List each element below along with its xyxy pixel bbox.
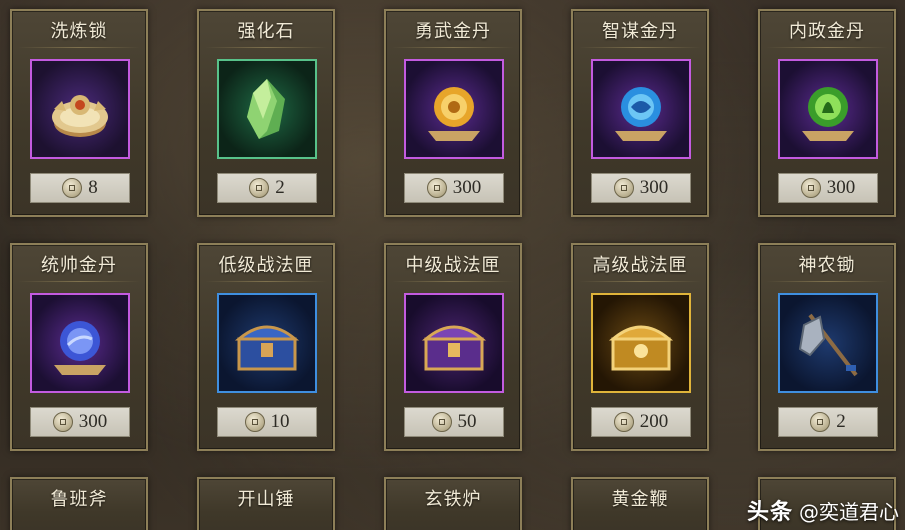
green-orb-icon xyxy=(802,87,854,141)
divider xyxy=(392,47,514,48)
divider xyxy=(579,281,701,282)
shop-item-card[interactable]: 内政金丹 300 xyxy=(758,9,896,217)
shop-item-card[interactable]: 黄金鞭 xyxy=(571,477,709,530)
price-tag[interactable]: 200 xyxy=(591,407,691,437)
shop-item-card[interactable]: 低级战法匣 10 xyxy=(197,243,335,451)
divider xyxy=(205,47,327,48)
divider xyxy=(392,281,514,282)
gold-chest-icon xyxy=(608,325,674,371)
item-name: 勇武金丹 xyxy=(415,21,491,42)
item-icon-frame xyxy=(30,59,130,159)
divider xyxy=(205,281,327,282)
item-name: 高级战法匣 xyxy=(592,255,688,276)
coin-icon xyxy=(800,178,821,198)
shop-item-card[interactable]: 勇武金丹 300 xyxy=(384,9,522,217)
shop-item-card[interactable]: 统帅金丹 300 xyxy=(10,243,148,451)
blue-orb-icon xyxy=(615,87,667,141)
coin-icon xyxy=(426,178,447,198)
item-name: 内政金丹 xyxy=(789,21,865,42)
item-icon-frame xyxy=(404,59,504,159)
shop-item-card[interactable]: 智谋金丹 300 xyxy=(571,9,709,217)
hoe-icon xyxy=(798,313,858,377)
coin-icon xyxy=(613,412,634,432)
lock-charm-icon xyxy=(52,95,108,137)
item-name: 鲁班斧 xyxy=(50,489,108,510)
divider xyxy=(766,47,888,48)
shop-item-card[interactable]: 强化石 2 xyxy=(197,9,335,217)
item-icon-frame xyxy=(30,293,130,393)
item-name: 统帅金丹 xyxy=(41,255,117,276)
coin-icon xyxy=(52,412,73,432)
item-name: 中级战法匣 xyxy=(405,255,501,276)
price-tag[interactable]: 10 xyxy=(217,407,317,437)
coin-icon xyxy=(810,412,831,432)
shop-item-card[interactable]: 中级战法匣 50 xyxy=(384,243,522,451)
price-amount: 2 xyxy=(836,411,846,432)
coin-icon xyxy=(244,412,265,432)
price-amount: 300 xyxy=(452,177,482,198)
price-amount: 200 xyxy=(639,411,669,432)
watermark-brand: 头条 xyxy=(746,500,793,525)
divider xyxy=(579,47,701,48)
coin-icon xyxy=(431,412,452,432)
item-icon-frame xyxy=(217,59,317,159)
price-amount: 300 xyxy=(639,177,669,198)
price-amount: 300 xyxy=(78,411,108,432)
item-name: 黄金鞭 xyxy=(611,489,669,510)
item-name: 神农锄 xyxy=(798,255,856,276)
gold-orb-icon xyxy=(428,87,480,141)
item-name: 强化石 xyxy=(237,21,295,42)
price-tag[interactable]: 8 xyxy=(30,173,130,203)
shop-item-card[interactable]: 开山锤 xyxy=(197,477,335,530)
price-tag[interactable]: 300 xyxy=(404,173,504,203)
item-icon-frame xyxy=(591,293,691,393)
purple-chest-icon xyxy=(421,325,487,371)
blue-chest-icon xyxy=(234,325,300,371)
item-name: 智谋金丹 xyxy=(602,21,678,42)
item-name: 开山锤 xyxy=(237,489,295,510)
price-tag[interactable]: 300 xyxy=(778,173,878,203)
price-amount: 50 xyxy=(457,411,477,432)
shop-item-card[interactable]: 玄铁炉 xyxy=(384,477,522,530)
green-crystal-icon xyxy=(247,79,285,139)
shop-grid: 洗炼锁 8 强化石 2 勇武金丹 300 智谋金丹 300 内政金丹 300 统… xyxy=(0,0,905,530)
shop-item-card[interactable]: 神农锄 2 xyxy=(758,243,896,451)
item-icon-frame xyxy=(778,59,878,159)
item-icon-frame xyxy=(591,59,691,159)
item-icon-frame xyxy=(217,293,317,393)
price-tag[interactable]: 300 xyxy=(30,407,130,437)
watermark: 头条 @奕道君心 xyxy=(747,494,899,526)
shop-item-card[interactable]: 洗炼锁 8 xyxy=(10,9,148,217)
coin-icon xyxy=(249,178,270,198)
item-name: 洗炼锁 xyxy=(50,21,108,42)
shop-item-card[interactable]: 高级战法匣 200 xyxy=(571,243,709,451)
price-amount: 8 xyxy=(88,177,98,198)
coin-icon xyxy=(62,178,83,198)
item-icon-frame xyxy=(778,293,878,393)
price-amount: 300 xyxy=(826,177,856,198)
shop-item-card[interactable]: 鲁班斧 xyxy=(10,477,148,530)
price-amount: 2 xyxy=(275,177,285,198)
coin-icon xyxy=(613,178,634,198)
price-tag[interactable]: 2 xyxy=(778,407,878,437)
item-name: 低级战法匣 xyxy=(218,255,314,276)
watermark-author: @奕道君心 xyxy=(799,499,899,524)
violet-orb-icon xyxy=(54,321,106,375)
divider xyxy=(18,281,140,282)
price-tag[interactable]: 2 xyxy=(217,173,317,203)
price-tag[interactable]: 300 xyxy=(591,173,691,203)
item-icon-frame xyxy=(404,293,504,393)
price-tag[interactable]: 50 xyxy=(404,407,504,437)
divider xyxy=(766,281,888,282)
item-name: 玄铁炉 xyxy=(424,489,482,510)
price-amount: 10 xyxy=(270,411,290,432)
divider xyxy=(18,47,140,48)
